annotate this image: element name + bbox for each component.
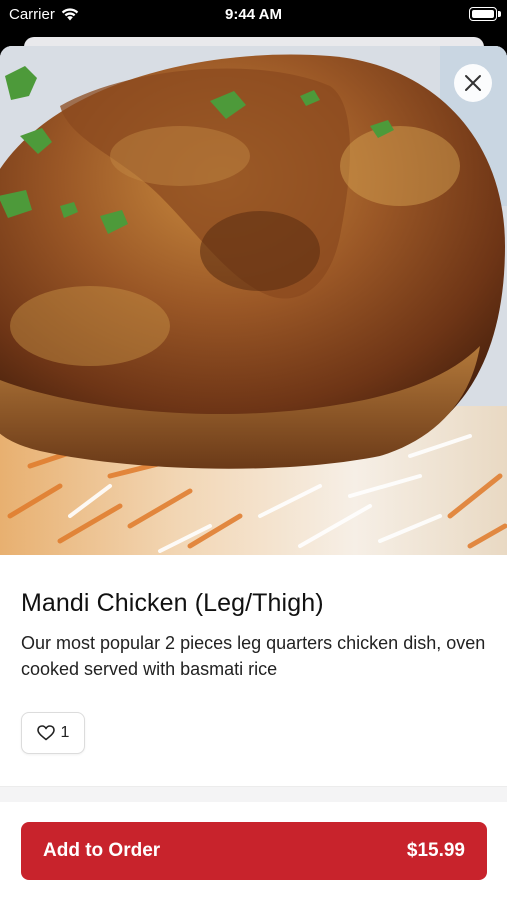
item-photo xyxy=(0,46,507,555)
item-price: $15.99 xyxy=(406,840,465,861)
section-divider xyxy=(0,786,507,802)
order-footer: Add to Order $15.99 xyxy=(0,802,507,900)
add-to-order-button[interactable]: Add to Order $15.99 xyxy=(21,822,487,880)
chicken-rice-photo xyxy=(0,46,507,555)
status-bar: Carrier 9:44 AM xyxy=(0,0,507,30)
like-count: 1 xyxy=(60,724,70,741)
add-to-order-label: Add to Order xyxy=(43,840,161,861)
item-description: Our most popular 2 pieces leg quarters c… xyxy=(21,633,486,679)
item-detail-sheet: Mandi Chicken (Leg/Thigh) Our most popul… xyxy=(0,46,507,900)
item-info: Mandi Chicken (Leg/Thigh) Our most popul… xyxy=(21,589,487,682)
close-button[interactable] xyxy=(454,64,492,102)
like-button[interactable]: 1 xyxy=(21,712,85,754)
close-icon xyxy=(465,75,481,91)
battery-icon xyxy=(469,7,501,21)
heart-icon xyxy=(36,725,55,741)
item-title: Mandi Chicken (Leg/Thigh) xyxy=(21,589,324,617)
status-time: 9:44 AM xyxy=(225,6,282,23)
